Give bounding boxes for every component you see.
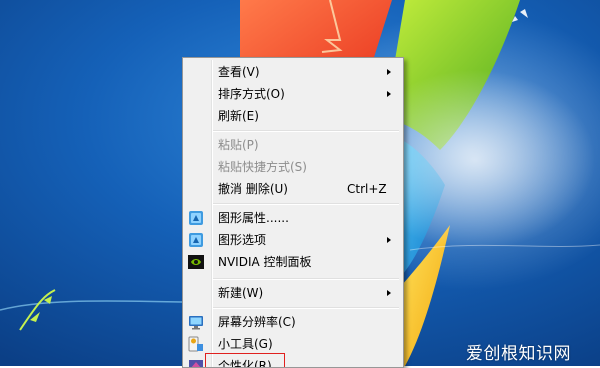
menu-separator [213,278,399,279]
menu-separator [213,203,399,204]
menu-separator [213,307,399,308]
menu-item-label: 图形选项 [218,233,267,247]
menu-item-undo-delete[interactable]: 撤消 删除(U) Ctrl+Z [185,178,401,200]
menu-item-label: NVIDIA 控制面板 [218,255,312,269]
menu-item-label: 粘贴快捷方式(S) [218,160,307,174]
menu-item-graphics-properties[interactable]: 图形属性...... [185,207,401,229]
menu-item-refresh[interactable]: 刷新(E) [185,105,401,127]
submenu-arrow-icon [387,290,391,296]
menu-item-graphics-options[interactable]: 图形选项 [185,229,401,251]
annotation-highlight-box [205,353,285,367]
menu-item-new[interactable]: 新建(W) [185,282,401,304]
menu-item-shortcut: Ctrl+Z [347,182,387,196]
menu-item-paste-shortcut: 粘贴快捷方式(S) [185,156,401,178]
watermark-text: 爱创根知识网 [466,344,571,364]
submenu-arrow-icon [387,91,391,97]
desktop-context-menu: 查看(V) 排序方式(O) 刷新(E) 粘贴(P) 粘贴快捷方式(S) 撤消 删… [182,57,404,368]
menu-item-view[interactable]: 查看(V) [185,61,401,83]
personalize-icon [189,360,203,367]
intel-graphics-icon [189,211,203,225]
menu-item-label: 小工具(G) [218,337,273,351]
menu-separator [213,130,399,131]
menu-item-nvidia-control-panel[interactable]: NVIDIA 控制面板 [185,251,401,273]
menu-item-label: 查看(V) [218,65,260,79]
menu-item-label: 粘贴(P) [218,138,259,152]
menu-item-label: 新建(W) [218,286,264,300]
menu-item-label: 排序方式(O) [218,87,285,101]
monitor-icon [189,316,203,330]
intel-graphics-icon [189,233,203,247]
menu-item-gadgets[interactable]: 小工具(G) [185,333,401,355]
menu-item-label: 撤消 删除(U) [218,182,288,196]
menu-item-label: 刷新(E) [218,109,259,123]
nvidia-icon [188,255,204,269]
menu-item-sort-by[interactable]: 排序方式(O) [185,83,401,105]
menu-item-label: 图形属性...... [218,211,289,225]
menu-item-screen-resolution[interactable]: 屏幕分辨率(C) [185,311,401,333]
gadgets-icon [188,336,203,352]
menu-item-label: 屏幕分辨率(C) [218,315,296,329]
menu-item-paste: 粘贴(P) [185,134,401,156]
submenu-arrow-icon [387,237,391,243]
submenu-arrow-icon [387,69,391,75]
